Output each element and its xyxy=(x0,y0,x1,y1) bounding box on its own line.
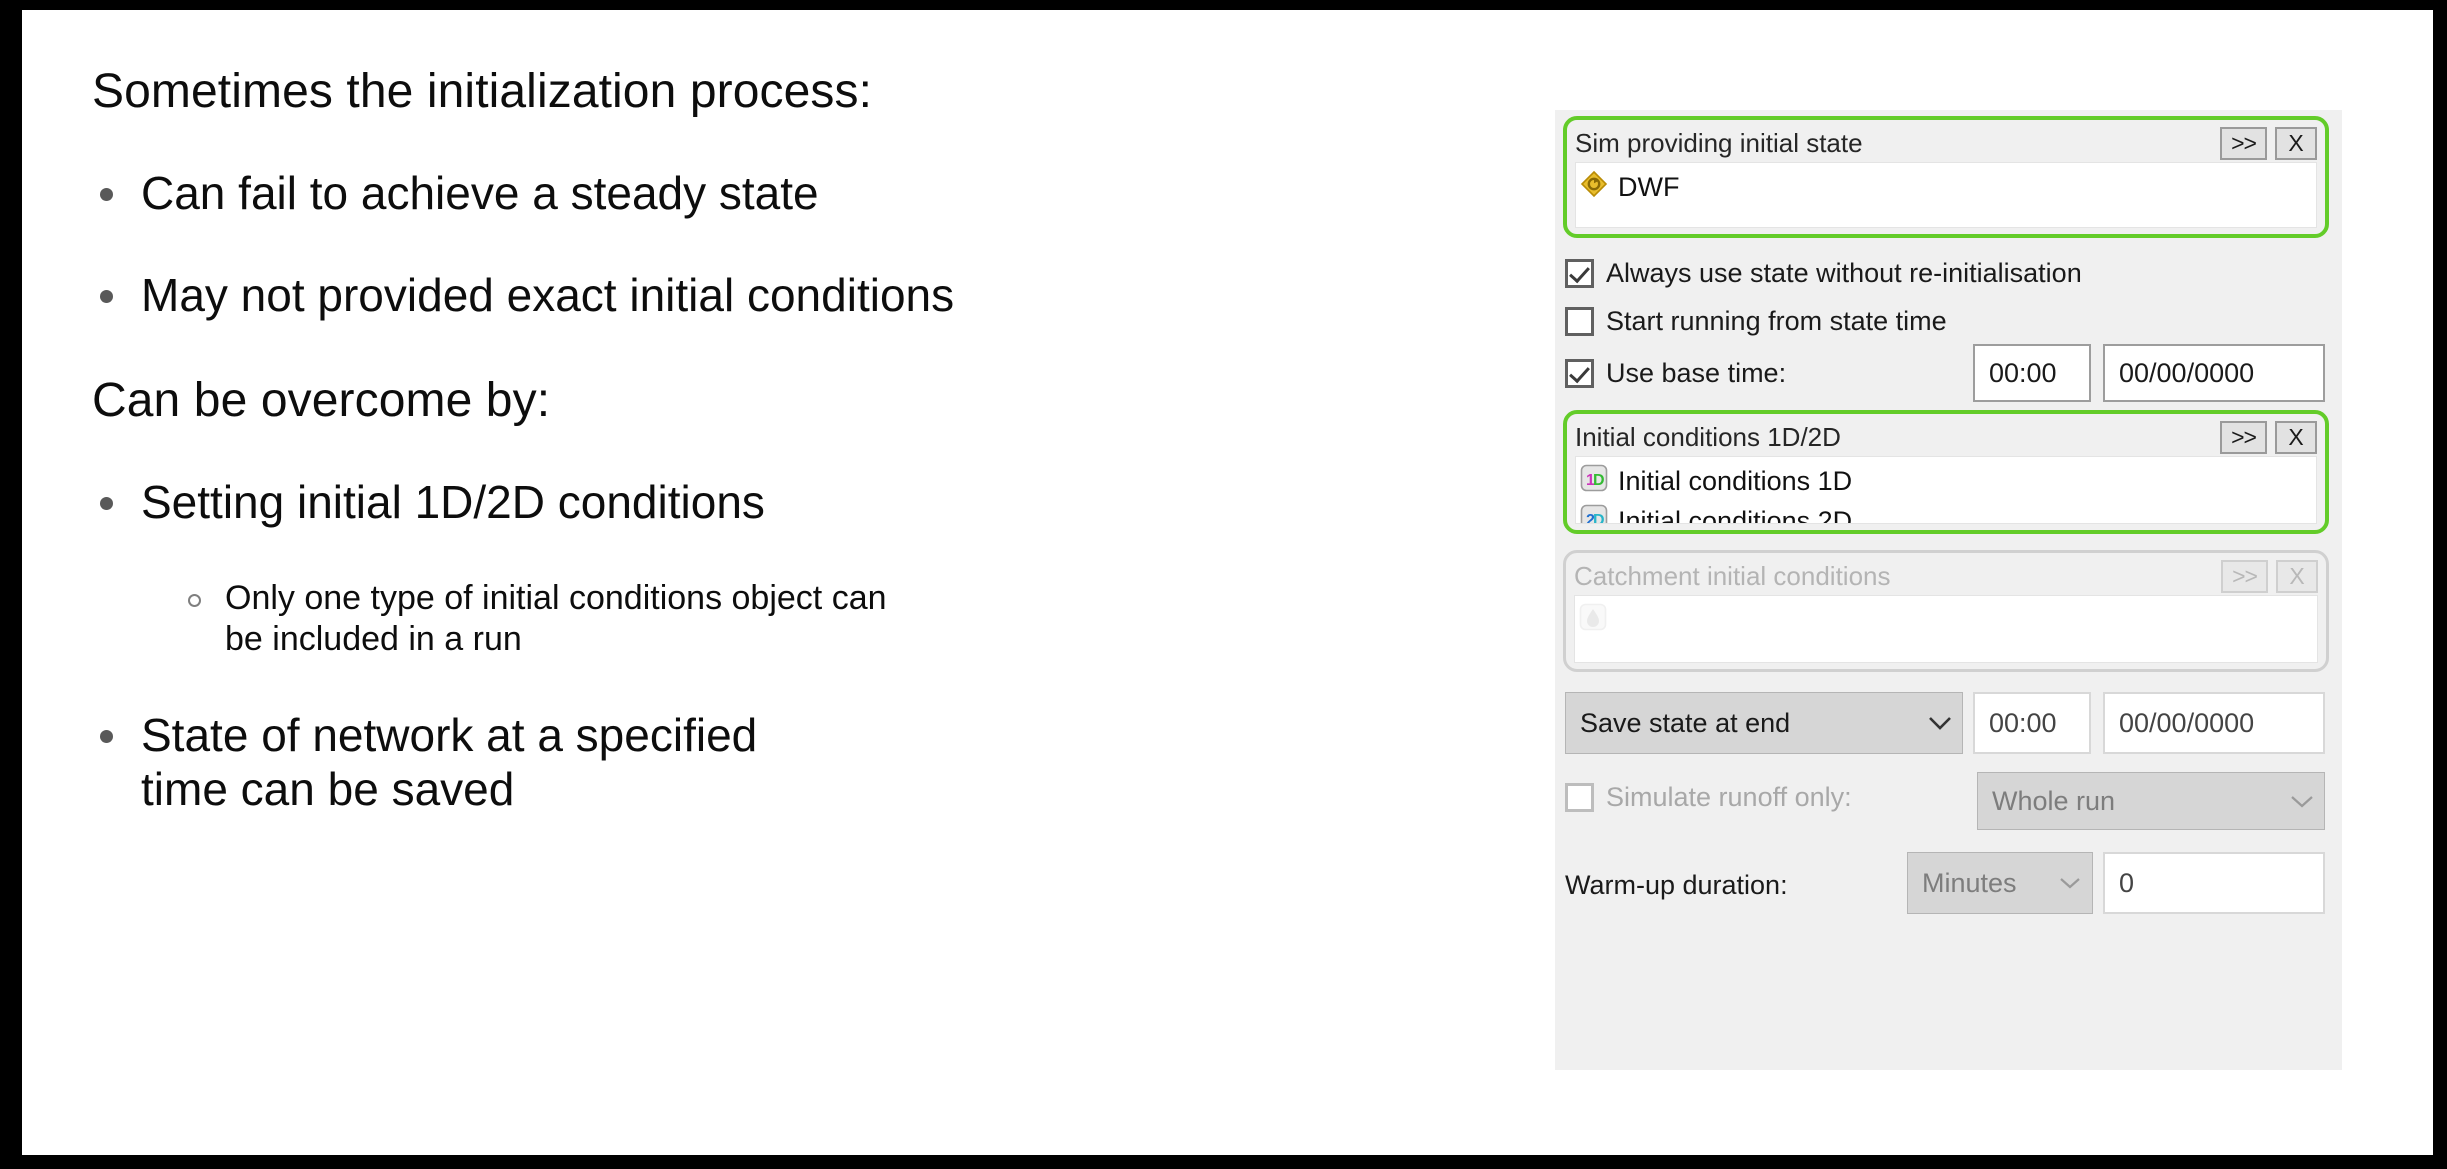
bullet-text: Setting initial 1D/2D conditions xyxy=(141,476,765,529)
bullet-text: State of network at a specified time can… xyxy=(141,708,758,815)
warmup-units-dropdown[interactable]: Minutes xyxy=(1907,852,2093,914)
dwf-diamond-icon xyxy=(1580,170,1608,205)
base-time-date-input[interactable]: 00/00/0000 xyxy=(2103,344,2325,402)
warmup-duration-label: Warm-up duration: xyxy=(1565,870,1788,900)
save-state-value: Save state at end xyxy=(1580,707,1791,738)
list-item[interactable]: DWF xyxy=(1580,167,2316,207)
initial-conditions-2d-icon: 2 D xyxy=(1580,504,1608,525)
catchment-initial-conditions-group: Catchment initial conditions >> X xyxy=(1563,550,2329,672)
always-use-state-row[interactable]: Always use state without re-initialisati… xyxy=(1565,258,2082,289)
always-use-state-label: Always use state without re-initialisati… xyxy=(1606,258,2082,288)
bullet-text: Can fail to achieve a steady state xyxy=(141,166,819,219)
simulate-runoff-only-row[interactable]: Simulate runoff only: xyxy=(1565,782,1852,813)
bullet-item: State of network at a specified time can… xyxy=(92,709,1342,817)
bullet-text: May not provided exact initial condition… xyxy=(141,268,955,321)
use-base-time-row[interactable]: Use base time: xyxy=(1565,358,1786,389)
close-button[interactable]: X xyxy=(2275,420,2317,454)
bullet-dot-icon xyxy=(100,289,113,303)
svg-text:D: D xyxy=(1593,472,1605,489)
lead-paragraph-2: Can be overcome by: xyxy=(92,374,551,428)
start-running-from-state-time-row[interactable]: Start running from state time xyxy=(1565,306,1947,337)
list-item-label: Initial conditions 2D xyxy=(1618,505,1853,524)
group-header: Catchment initial conditions >> X xyxy=(1574,558,2318,594)
save-state-date-input[interactable]: 00/00/0000 xyxy=(2103,692,2325,754)
bullet-item: May not provided exact initial condition… xyxy=(92,269,1342,323)
slide-text-column: Sometimes the initialization process: Ca… xyxy=(92,65,1342,865)
start-running-from-state-time-label: Start running from state time xyxy=(1606,306,1947,336)
group-title: Sim providing initial state xyxy=(1575,127,1863,158)
slide-canvas: Sometimes the initialization process: Ca… xyxy=(0,0,2447,1169)
svg-text:D: D xyxy=(1593,512,1605,525)
chevron-down-icon xyxy=(1918,715,1962,731)
list-item[interactable] xyxy=(1579,600,2317,640)
bullet-dot-icon xyxy=(100,497,113,511)
chevron-down-icon xyxy=(2048,876,2092,890)
sim-state-listbox[interactable]: DWF xyxy=(1575,162,2317,228)
expand-button[interactable]: >> xyxy=(2221,559,2268,593)
expand-button[interactable]: >> xyxy=(2220,126,2267,160)
warmup-units-value: Minutes xyxy=(1922,867,2017,898)
run-initial-conditions-panel: Sim providing initial state >> X DWF Alw… xyxy=(1555,110,2342,1070)
expand-button[interactable]: >> xyxy=(2220,420,2267,454)
runoff-range-dropdown[interactable]: Whole run xyxy=(1977,772,2325,830)
bullet-dot-icon xyxy=(100,187,113,201)
use-base-time-label: Use base time: xyxy=(1606,358,1787,388)
bullet-item: Can fail to achieve a steady state xyxy=(92,167,1342,221)
list-item[interactable]: 1 D Initial conditions 1D xyxy=(1580,461,2316,501)
group-title: Catchment initial conditions xyxy=(1574,560,1891,591)
base-time-time-input[interactable]: 00:00 xyxy=(1973,344,2091,402)
initial-conditions-1d2d-group: Initial conditions 1D/2D >> X 1 D Initia… xyxy=(1563,410,2329,534)
group-header: Sim providing initial state >> X xyxy=(1575,125,2317,161)
group-header: Initial conditions 1D/2D >> X xyxy=(1575,419,2317,455)
simulate-runoff-only-label: Simulate runoff only: xyxy=(1606,782,1852,812)
group-title: Initial conditions 1D/2D xyxy=(1575,421,1841,452)
initial-conditions-1d-icon: 1 D xyxy=(1580,464,1608,499)
close-button[interactable]: X xyxy=(2276,559,2318,593)
use-base-time-checkbox[interactable] xyxy=(1565,359,1594,388)
always-use-state-checkbox[interactable] xyxy=(1565,259,1594,288)
simulate-runoff-only-checkbox[interactable] xyxy=(1565,783,1594,812)
initial-conditions-1d2d-listbox[interactable]: 1 D Initial conditions 1D 2 D Initial co… xyxy=(1575,456,2317,524)
list-item-label: DWF xyxy=(1618,171,1680,202)
sub-bullet-text: Only one type of initial conditions obje… xyxy=(225,578,887,659)
lead-paragraph-1: Sometimes the initialization process: xyxy=(92,65,873,118)
save-state-dropdown[interactable]: Save state at end xyxy=(1565,692,1963,754)
start-running-from-state-time-checkbox[interactable] xyxy=(1565,307,1594,336)
bullet-item: Setting initial 1D/2D conditions xyxy=(92,476,1342,530)
sim-providing-initial-state-group: Sim providing initial state >> X DWF xyxy=(1563,116,2329,238)
close-button[interactable]: X xyxy=(2275,126,2317,160)
catchment-listbox[interactable] xyxy=(1574,595,2318,663)
runoff-range-value: Whole run xyxy=(1992,785,2116,816)
chevron-down-icon xyxy=(2280,793,2324,809)
sub-bullet-ring-icon xyxy=(188,593,201,607)
list-item-label: Initial conditions 1D xyxy=(1618,465,1853,496)
bullet-dot-icon xyxy=(100,729,113,743)
list-item[interactable]: 2 D Initial conditions 2D xyxy=(1580,501,2316,525)
sub-bullet-item: Only one type of initial conditions obje… xyxy=(188,578,1342,661)
save-state-time-input[interactable]: 00:00 xyxy=(1973,692,2091,754)
warmup-value-input[interactable]: 0 xyxy=(2103,852,2325,914)
catchment-icon xyxy=(1579,603,1607,638)
